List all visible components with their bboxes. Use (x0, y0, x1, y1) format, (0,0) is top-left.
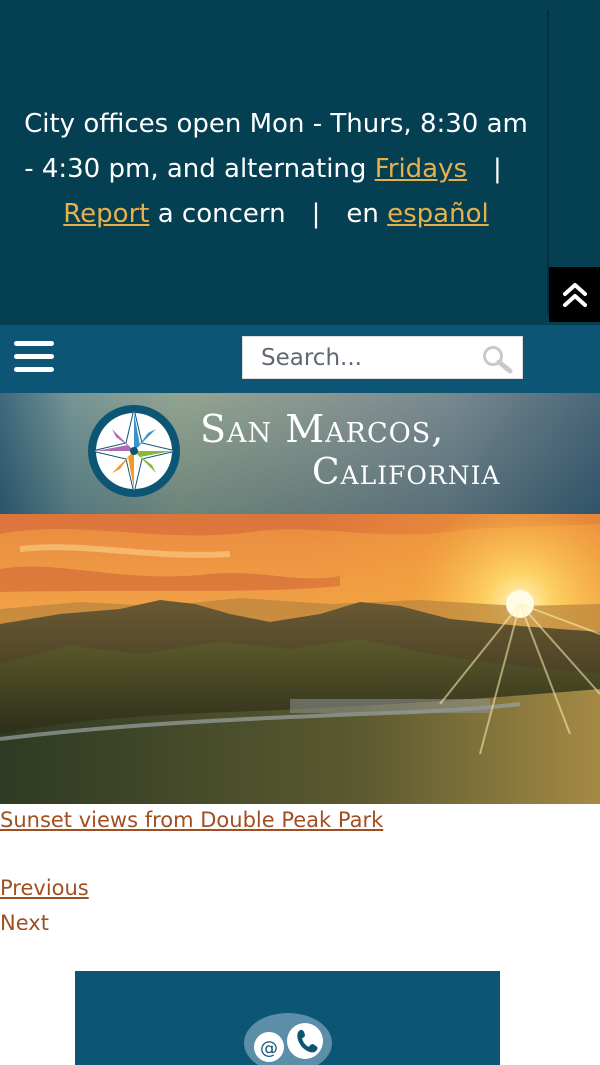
report-suffix: a concern (149, 199, 286, 229)
fridays-link[interactable]: Fridays (375, 154, 467, 184)
announcement-banner: City offices open Mon - Thurs, 8:30 am -… (0, 0, 600, 325)
contact-card[interactable]: @ (75, 971, 500, 1065)
espanol-link[interactable]: español (387, 199, 489, 229)
city-logo-banner[interactable]: San Marcos, California (0, 393, 600, 514)
office-hours-line1: City offices open Mon - Thurs, 8:30 am (24, 109, 528, 139)
office-hours-line2-prefix: - 4:30 pm, and alternating (24, 154, 375, 184)
double-chevron-up-icon (562, 282, 587, 307)
logo-line-california: California (312, 452, 501, 493)
main-navbar (0, 325, 600, 393)
separator-pipe: | (493, 154, 502, 184)
svg-text:@: @ (260, 1038, 278, 1059)
carousel-next-link[interactable]: Next (0, 910, 49, 930)
carousel-previous-link[interactable]: Previous (0, 876, 89, 900)
city-logo-text: San Marcos, California (200, 407, 501, 495)
search-icon[interactable] (480, 344, 514, 374)
office-hours-text: City offices open Mon - Thurs, 8:30 am -… (12, 102, 540, 237)
compass-star-logo (88, 405, 180, 497)
logo-line-san-marcos: San Marcos, (200, 407, 445, 451)
hamburger-menu-icon[interactable] (14, 341, 54, 373)
office-hours-line3: Report a concern | en español (12, 192, 540, 237)
sunset-mountains-image (0, 514, 600, 804)
separator-pipe: | (311, 199, 321, 229)
office-hours-line2: - 4:30 pm, and alternating Fridays | (12, 147, 540, 192)
scroll-to-top-button[interactable] (549, 267, 600, 322)
report-link[interactable]: Report (63, 199, 149, 229)
search-input[interactable] (243, 337, 473, 378)
en-label: en (346, 199, 388, 229)
hero-caption-link[interactable]: Sunset views from Double Peak Park (0, 808, 383, 832)
hero-sunset-image (0, 514, 600, 804)
email-phone-icon: @ (244, 1013, 332, 1065)
search-box (242, 336, 523, 379)
